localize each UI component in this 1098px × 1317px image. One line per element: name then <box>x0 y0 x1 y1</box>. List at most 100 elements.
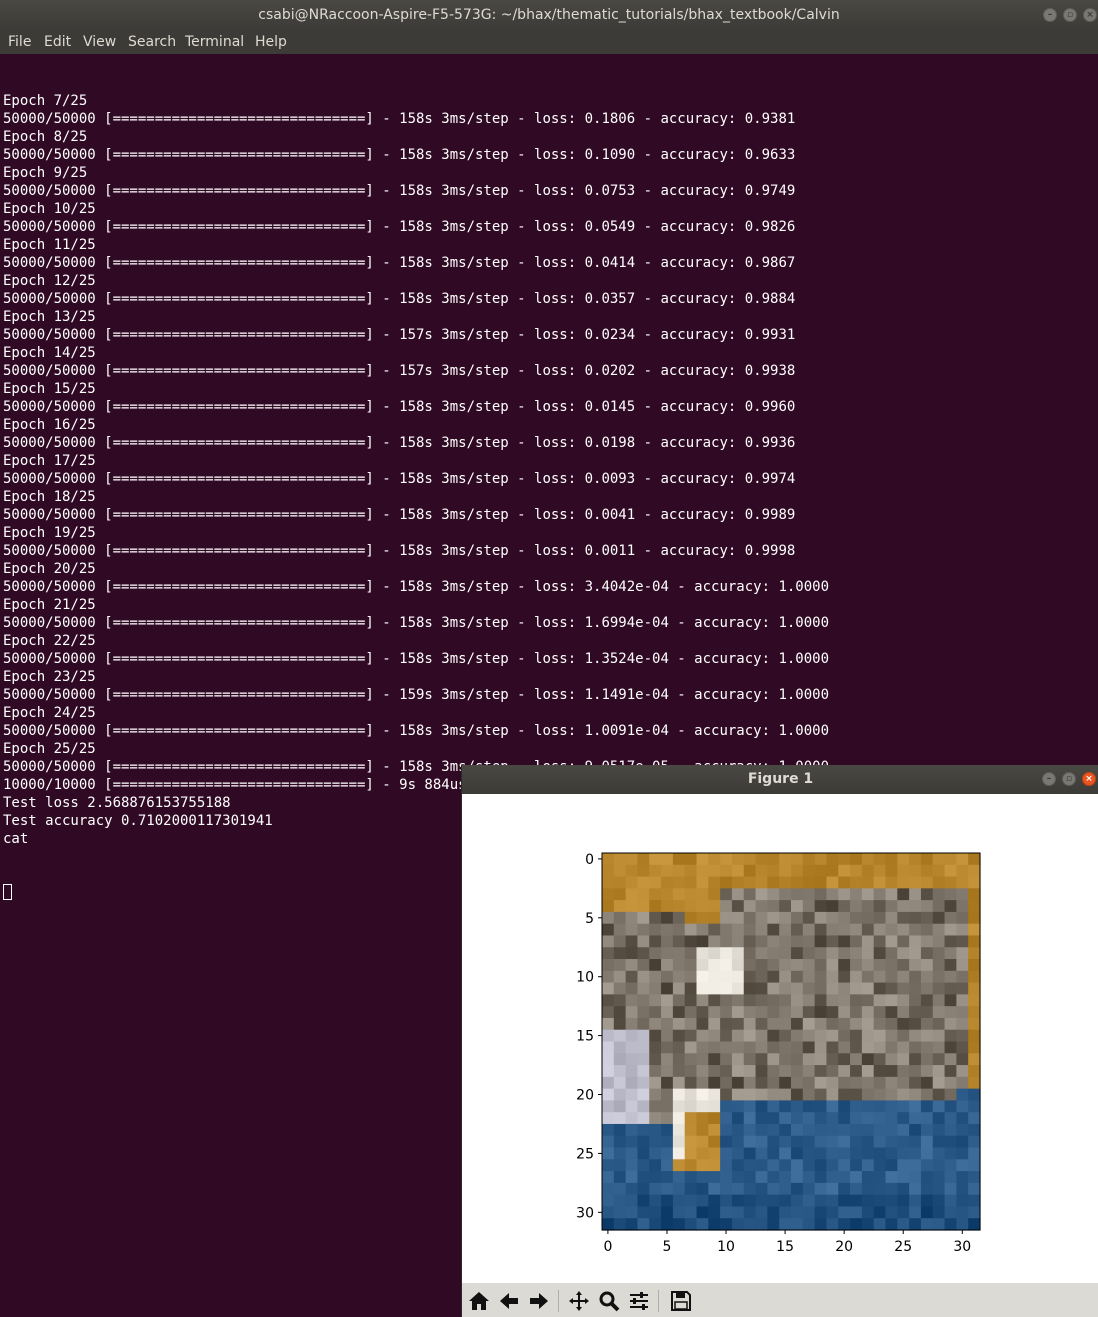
image-pixel <box>802 1006 816 1019</box>
figure-minimize-button[interactable]: – <box>1042 772 1056 786</box>
image-pixel <box>944 1053 957 1066</box>
close-button[interactable]: × <box>1083 8 1097 22</box>
image-pixel <box>956 970 969 984</box>
image-plot[interactable]: 0 5 10 15 20 25 30 0 5 10 15 20 25 30 <box>462 794 1098 1282</box>
image-pixel <box>791 1171 804 1184</box>
image-pixel <box>649 1206 662 1219</box>
image-pixel <box>637 994 650 1007</box>
image-pixel <box>755 1159 768 1172</box>
minimize-button[interactable]: – <box>1043 8 1057 22</box>
image-pixel <box>920 1041 934 1054</box>
image-pixel <box>696 1017 709 1031</box>
maximize-button[interactable]: ▫ <box>1063 8 1077 22</box>
menu-view[interactable]: View <box>83 34 116 50</box>
image-pixel <box>838 1088 851 1102</box>
image-pixel <box>696 1029 709 1043</box>
image-pixel <box>613 1112 627 1125</box>
image-pixel <box>637 864 650 878</box>
image-pixel <box>920 947 934 960</box>
image-pixel <box>920 994 934 1007</box>
image-pixel <box>838 911 851 925</box>
image-pixel <box>625 1206 639 1219</box>
image-pixel <box>932 1159 946 1172</box>
image-pixel <box>731 1053 745 1066</box>
pan-button[interactable] <box>566 1288 592 1314</box>
image-pixel <box>968 959 981 972</box>
image-pixel <box>920 1100 934 1113</box>
figure-close-button[interactable]: × <box>1082 772 1096 786</box>
menu-help[interactable]: Help <box>255 34 287 50</box>
image-pixel <box>743 1088 757 1102</box>
image-pixel <box>708 1147 721 1160</box>
image-pixel <box>720 1135 733 1149</box>
figure-maximize-button[interactable]: ▫ <box>1062 772 1076 786</box>
image-pixel <box>708 1171 721 1184</box>
image-pixel <box>672 1100 686 1113</box>
back-button[interactable] <box>496 1288 522 1314</box>
figure-canvas[interactable]: 0 5 10 15 20 25 30 0 5 10 15 20 25 30 <box>462 794 1098 1282</box>
image-pixel <box>708 1182 721 1196</box>
y-tick-label: 25 <box>576 1146 594 1162</box>
image-pixel <box>672 1112 686 1125</box>
image-pixel <box>826 1006 839 1019</box>
image-pixel <box>802 1206 816 1219</box>
image-pixel <box>743 1182 757 1196</box>
image-pixel <box>956 1053 969 1066</box>
image-pixel <box>696 982 709 995</box>
image-pixel <box>649 959 662 972</box>
image-pixel <box>625 1041 639 1054</box>
image-pixel <box>814 935 828 948</box>
image-pixel <box>637 1029 650 1043</box>
image-pixel <box>791 900 804 913</box>
image-pixel <box>720 982 733 995</box>
image-pixel <box>743 1123 757 1137</box>
zoom-button[interactable] <box>596 1288 622 1314</box>
home-button[interactable] <box>466 1288 492 1314</box>
image-pixel <box>672 1123 686 1137</box>
image-pixel <box>873 900 887 913</box>
image-pixel <box>932 994 946 1007</box>
image-pixel <box>968 853 981 866</box>
image-pixel <box>968 1194 981 1208</box>
menu-terminal[interactable]: Terminal <box>185 34 244 50</box>
image-pixel <box>850 947 863 960</box>
image-pixel <box>920 911 934 925</box>
image-pixel <box>873 947 887 960</box>
image-pixel <box>720 911 733 925</box>
image-pixel <box>944 1088 957 1102</box>
image-pixel <box>767 1123 780 1137</box>
save-button[interactable] <box>668 1288 694 1314</box>
y-tick-label: 15 <box>576 1029 594 1045</box>
image-pixel <box>850 1159 863 1172</box>
image-pixel <box>802 1194 816 1208</box>
menu-file[interactable]: File <box>8 34 31 50</box>
image-pixel <box>944 853 957 866</box>
image-pixel <box>625 1029 639 1043</box>
configure-subplots-button[interactable] <box>626 1288 652 1314</box>
image-pixel <box>944 864 957 878</box>
terminal-titlebar[interactable]: csabi@NRaccoon-Aspire-F5-573G: ~/bhax/th… <box>0 0 1098 30</box>
menu-search[interactable]: Search <box>128 34 176 50</box>
image-pixel <box>861 1029 875 1043</box>
image-pixel <box>743 1100 757 1113</box>
image-pixel <box>838 1147 851 1160</box>
image-pixel <box>932 1041 946 1054</box>
figure-titlebar[interactable]: Figure 1 – ▫ × <box>462 765 1098 794</box>
image-pixel <box>944 1206 957 1219</box>
image-pixel <box>932 864 946 878</box>
forward-button[interactable] <box>526 1288 552 1314</box>
image-pixel <box>861 970 875 984</box>
image-pixel <box>968 1135 981 1149</box>
image-pixel <box>672 1088 686 1102</box>
image-pixel <box>885 888 898 901</box>
image-pixel <box>897 1100 910 1113</box>
menu-edit[interactable]: Edit <box>44 34 71 50</box>
image-pixel <box>956 900 969 913</box>
image-pixel <box>625 982 639 995</box>
image-pixel <box>613 1135 627 1149</box>
image-pixel <box>613 1171 627 1184</box>
x-tick-label: 10 <box>717 1239 735 1255</box>
image-pixel <box>932 911 946 925</box>
image-pixel <box>802 1123 816 1137</box>
terminal-line: Epoch 23/25 <box>3 669 96 685</box>
